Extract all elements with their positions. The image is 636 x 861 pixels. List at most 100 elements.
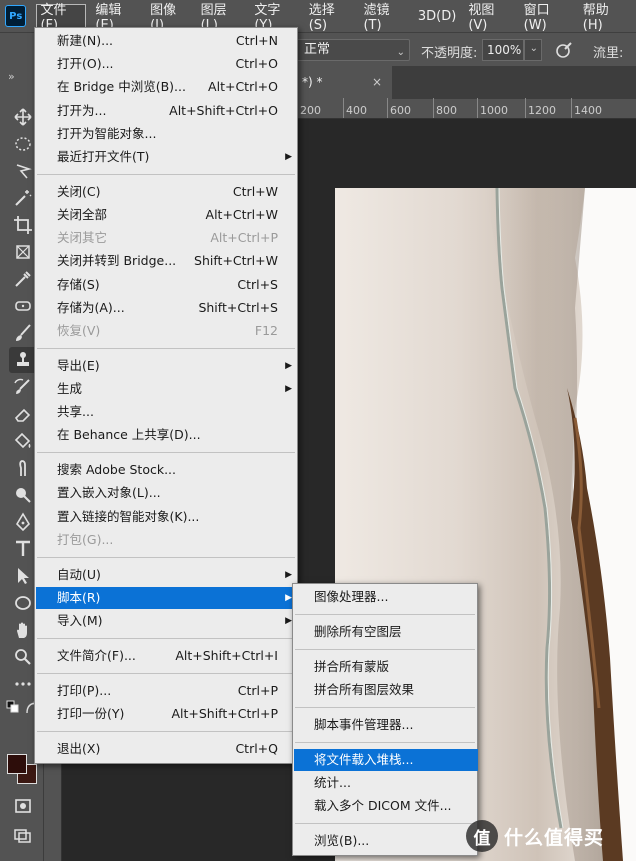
- menu-item-label: 置入嵌入对象(L)...: [57, 485, 161, 501]
- menu-item[interactable]: 在 Bridge 中浏览(B)... Alt+Ctrl+O: [36, 76, 298, 98]
- menu-4[interactable]: 文字(Y): [251, 3, 299, 33]
- menu-item-label: 生成: [57, 381, 83, 396]
- menu-item-label: 打开为...: [57, 102, 107, 118]
- menu-item[interactable]: 图像处理器...: [294, 586, 478, 608]
- menu-item-label: 退出(X): [57, 740, 101, 756]
- menu-item[interactable]: 退出(X) Ctrl+Q: [36, 738, 298, 760]
- ruler-tick-label: 1200: [528, 104, 556, 117]
- blend-mode-select[interactable]: 正常 ⌄: [296, 39, 410, 61]
- menu-item[interactable]: 关闭全部 Alt+Ctrl+W: [36, 204, 298, 226]
- menu-item[interactable]: 打开为智能对象...: [36, 123, 298, 145]
- menu-item-label: 导入(M): [57, 613, 103, 628]
- menu-separator: [295, 742, 475, 743]
- menu-item[interactable]: 关闭并转到 Bridge... Shift+Ctrl+W: [36, 250, 298, 272]
- menu-item[interactable]: 存储为(A)... Shift+Ctrl+S: [36, 297, 298, 319]
- menu-item[interactable]: 统计...: [294, 772, 478, 794]
- chevron-down-icon: ⌄: [396, 47, 405, 58]
- menu-5[interactable]: 选择(S): [306, 3, 355, 33]
- menu-item-label: 置入链接的智能对象(K)...: [57, 508, 200, 524]
- submenu-arrow-icon: ▶: [285, 592, 292, 603]
- menu-item[interactable]: 打开(O)... Ctrl+O: [36, 53, 298, 75]
- submenu-arrow-icon: ▶: [285, 152, 292, 162]
- menu-item[interactable]: 打开为... Alt+Shift+Ctrl+O: [36, 100, 298, 122]
- menu-item[interactable]: 导出(E) ▶: [36, 355, 298, 377]
- menu-0[interactable]: 文件(F): [36, 3, 87, 33]
- paint-bucket-tool-icon[interactable]: [9, 428, 37, 454]
- menu-8[interactable]: 视图(V): [465, 3, 514, 33]
- history-brush-tool-icon[interactable]: [9, 374, 37, 400]
- healing-brush-tool-icon[interactable]: [9, 293, 37, 319]
- zoom-tool-icon[interactable]: [9, 644, 37, 670]
- menu-item[interactable]: 存储(S) Ctrl+S: [36, 274, 298, 296]
- menu-bar-items: 文件(F) 编辑(E) 图像(I) 图层(L) 文字(Y) 选择(S) 滤镜(T) 3D(D)…: [36, 3, 636, 33]
- menu-item[interactable]: 脚本(R) ▶: [36, 586, 298, 609]
- menu-item-shortcut: Ctrl+O: [235, 56, 278, 72]
- path-selection-tool-icon[interactable]: [9, 563, 37, 589]
- lasso-tool-icon[interactable]: [9, 158, 37, 184]
- menu-item[interactable]: 将文件载入堆栈...: [294, 749, 478, 771]
- menu-item-label: 最近打开文件(T): [57, 149, 150, 164]
- menu-item[interactable]: 在 Behance 上共享(D)...: [36, 424, 298, 446]
- ellipse-tool-icon[interactable]: [9, 590, 37, 616]
- menu-item[interactable]: 搜索 Adobe Stock...: [36, 459, 298, 481]
- menu-item[interactable]: 关闭(C) Ctrl+W: [36, 181, 298, 203]
- ruler-tick-label: 800: [436, 104, 457, 117]
- menu-item-label: 关闭并转到 Bridge...: [57, 253, 177, 269]
- menu-item[interactable]: 生成 ▶: [36, 378, 298, 400]
- magic-wand-tool-icon[interactable]: [9, 185, 37, 211]
- menu-item[interactable]: 删除所有空图层: [294, 621, 478, 643]
- menu-item[interactable]: 最近打开文件(T) ▶: [36, 146, 298, 168]
- menu-item[interactable]: 共享...: [36, 401, 298, 423]
- menu-item[interactable]: 浏览(B)...: [294, 830, 478, 852]
- type-tool-icon[interactable]: [9, 536, 37, 562]
- marquee-tool-icon[interactable]: [9, 131, 37, 157]
- menu-item[interactable]: 置入链接的智能对象(K)...: [36, 506, 298, 528]
- menu-1[interactable]: 编辑(E): [92, 3, 141, 33]
- menu-9[interactable]: 窗口(W): [521, 3, 574, 33]
- eyedropper-tool-icon[interactable]: [9, 266, 37, 292]
- menu-item[interactable]: 打印(P)... Ctrl+P: [36, 680, 298, 702]
- ruler-tick: [525, 98, 526, 118]
- menu-item[interactable]: 脚本事件管理器...: [294, 714, 478, 736]
- brush-tool-icon[interactable]: [9, 320, 37, 346]
- dodge-tool-icon[interactable]: [9, 482, 37, 508]
- menu-item-label: 脚本(R): [57, 589, 101, 605]
- menu-2[interactable]: 图像(I): [147, 3, 191, 33]
- menu-3[interactable]: 图层(L): [198, 3, 246, 33]
- menu-item[interactable]: 拼合所有蒙版: [294, 656, 478, 678]
- airbrush-icon[interactable]: [553, 40, 575, 60]
- pen-tool-icon[interactable]: [9, 509, 37, 535]
- submenu-arrow-icon: ▶: [285, 569, 292, 580]
- menu-item[interactable]: 导入(M) ▶: [36, 610, 298, 632]
- frame-tool-icon[interactable]: [9, 239, 37, 265]
- menu-10[interactable]: 帮助(H): [580, 3, 630, 33]
- menu-item[interactable]: 自动(U) ▶: [36, 564, 298, 586]
- hand-tool-icon[interactable]: [9, 617, 37, 643]
- move-tool-icon[interactable]: [9, 104, 37, 130]
- menu-item[interactable]: 文件简介(F)... Alt+Shift+Ctrl+I: [36, 645, 298, 667]
- close-icon[interactable]: ×: [372, 66, 382, 99]
- menu-item[interactable]: 打印一份(Y) Alt+Shift+Ctrl+P: [36, 703, 298, 725]
- smudge-tool-icon[interactable]: [9, 455, 37, 481]
- screen-mode-icon[interactable]: [9, 822, 37, 848]
- menu-item-label: 新建(N)...: [57, 33, 114, 48]
- document-tab[interactable]: *) * ×: [298, 66, 392, 99]
- clone-stamp-tool-icon[interactable]: [9, 347, 37, 373]
- menu-item[interactable]: 新建(N)... Ctrl+N: [36, 30, 298, 52]
- menu-item-shortcut: Alt+Ctrl+O: [208, 79, 278, 95]
- panel-collapse-icon[interactable]: »: [8, 70, 15, 83]
- menu-item[interactable]: 拼合所有图层效果: [294, 679, 478, 701]
- menu-7[interactable]: 3D(D): [415, 4, 459, 28]
- crop-tool-icon[interactable]: [9, 212, 37, 238]
- eraser-tool-icon[interactable]: [9, 401, 37, 427]
- opacity-dropdown-button[interactable]: ⌄: [524, 39, 542, 61]
- more-tools-icon[interactable]: [9, 671, 37, 697]
- menu-6[interactable]: 滤镜(T): [360, 3, 408, 33]
- menu-item[interactable]: 置入嵌入对象(L)...: [36, 482, 298, 504]
- menu-item-shortcut: Ctrl+P: [237, 682, 278, 698]
- menu-item[interactable]: 载入多个 DICOM 文件...: [294, 795, 478, 817]
- foreground-color-swatch[interactable]: [7, 754, 27, 774]
- menu-separator: [37, 174, 295, 175]
- opacity-input[interactable]: 100%: [482, 39, 524, 61]
- quick-mask-icon[interactable]: [9, 793, 37, 819]
